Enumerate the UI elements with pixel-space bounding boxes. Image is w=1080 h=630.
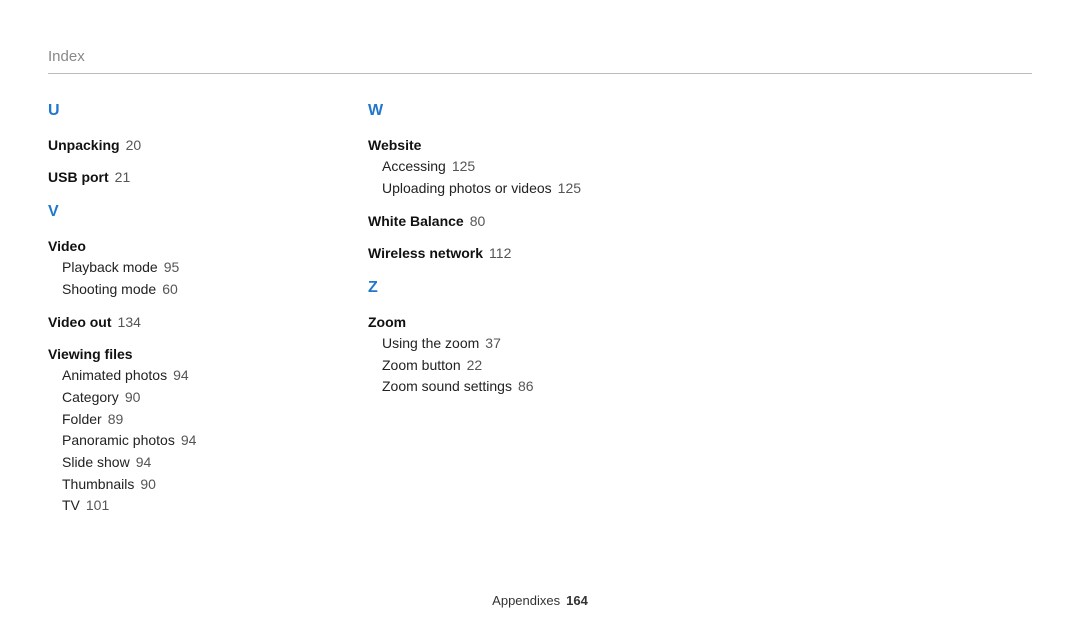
entry-label: White Balance [368,213,464,229]
subentry-label: Zoom button [382,357,461,373]
subentry-page: 94 [181,432,197,448]
subentry-uploading: Uploading photos or videos 125 [368,178,588,200]
subentry-page: 89 [108,411,124,427]
subentry-page: 95 [164,259,180,275]
subentry-label: Category [62,389,119,405]
entry-zoom: Zoom [368,311,588,333]
subentry-label: Playback mode [62,259,158,275]
entry-label: Wireless network [368,245,483,261]
subentry-label: Accessing [382,158,446,174]
subentry-page: 94 [136,454,152,470]
entry-video: Video [48,235,268,257]
subentry-slide-show: Slide show 94 [48,452,268,474]
subentry-page: 125 [558,180,581,196]
entry-label: Video out [48,314,112,330]
subentry-thumbnails: Thumbnails 90 [48,474,268,496]
entry-page: 112 [489,245,511,261]
subentry-page: 101 [86,497,109,513]
entry-page: 80 [470,213,486,229]
entry-viewing-files: Viewing files [48,343,268,365]
page-title: Index [48,48,1032,74]
entry-video-out: Video out 134 [48,311,268,333]
subentry-label: Animated photos [62,367,167,383]
entry-website: Website [368,134,588,156]
subentry-using-zoom: Using the zoom 37 [368,333,588,355]
subentry-page: 90 [125,389,141,405]
subentry-label: Zoom sound settings [382,378,512,394]
subentry-page: 22 [467,357,483,373]
entry-unpacking: Unpacking 20 [48,134,268,156]
subentry-label: Thumbnails [62,476,134,492]
subentry-page: 125 [452,158,475,174]
subentry-video-playback: Playback mode 95 [48,257,268,279]
column-1: U Unpacking 20 USB port 21 V Video Playbac… [48,102,268,517]
entry-page: 134 [118,314,141,330]
subentry-label: Uploading photos or videos [382,180,552,196]
subentry-video-shooting: Shooting mode 60 [48,279,268,301]
entry-wireless-network: Wireless network 112 [368,242,588,264]
page-footer: Appendixes 164 [0,593,1080,608]
subentry-animated-photos: Animated photos 94 [48,365,268,387]
subentry-label: Using the zoom [382,335,479,351]
subentry-page: 90 [140,476,156,492]
footer-page-number: 164 [566,593,588,608]
subentry-tv: TV 101 [48,495,268,517]
subentry-page: 86 [518,378,534,394]
entry-white-balance: White Balance 80 [368,210,588,232]
subentry-label: Folder [62,411,102,427]
entry-label: USB port [48,169,109,185]
entry-usb-port: USB port 21 [48,166,268,188]
subentry-page: 94 [173,367,189,383]
index-columns: U Unpacking 20 USB port 21 V Video Playbac… [48,102,1032,517]
subentry-label: Panoramic photos [62,432,175,448]
index-letter-z: Z [368,279,588,297]
index-letter-w: W [368,102,588,120]
index-page: Index U Unpacking 20 USB port 21 V Video P… [0,0,1080,517]
column-2: W Website Accessing 125 Uploading photos … [368,102,588,517]
subentry-label: Shooting mode [62,281,156,297]
subentry-panoramic-photos: Panoramic photos 94 [48,430,268,452]
entry-page: 20 [126,137,142,153]
subentry-accessing: Accessing 125 [368,156,588,178]
entry-label: Unpacking [48,137,120,153]
subentry-category: Category 90 [48,387,268,409]
subentry-page: 37 [485,335,501,351]
index-letter-v: V [48,203,268,221]
subentry-label: Slide show [62,454,130,470]
subentry-zoom-button: Zoom button 22 [368,355,588,377]
index-letter-u: U [48,102,268,120]
subentry-label: TV [62,497,80,513]
footer-section: Appendixes [492,593,560,608]
subentry-zoom-sound: Zoom sound settings 86 [368,376,588,398]
entry-page: 21 [115,169,131,185]
subentry-folder: Folder 89 [48,409,268,431]
subentry-page: 60 [162,281,178,297]
